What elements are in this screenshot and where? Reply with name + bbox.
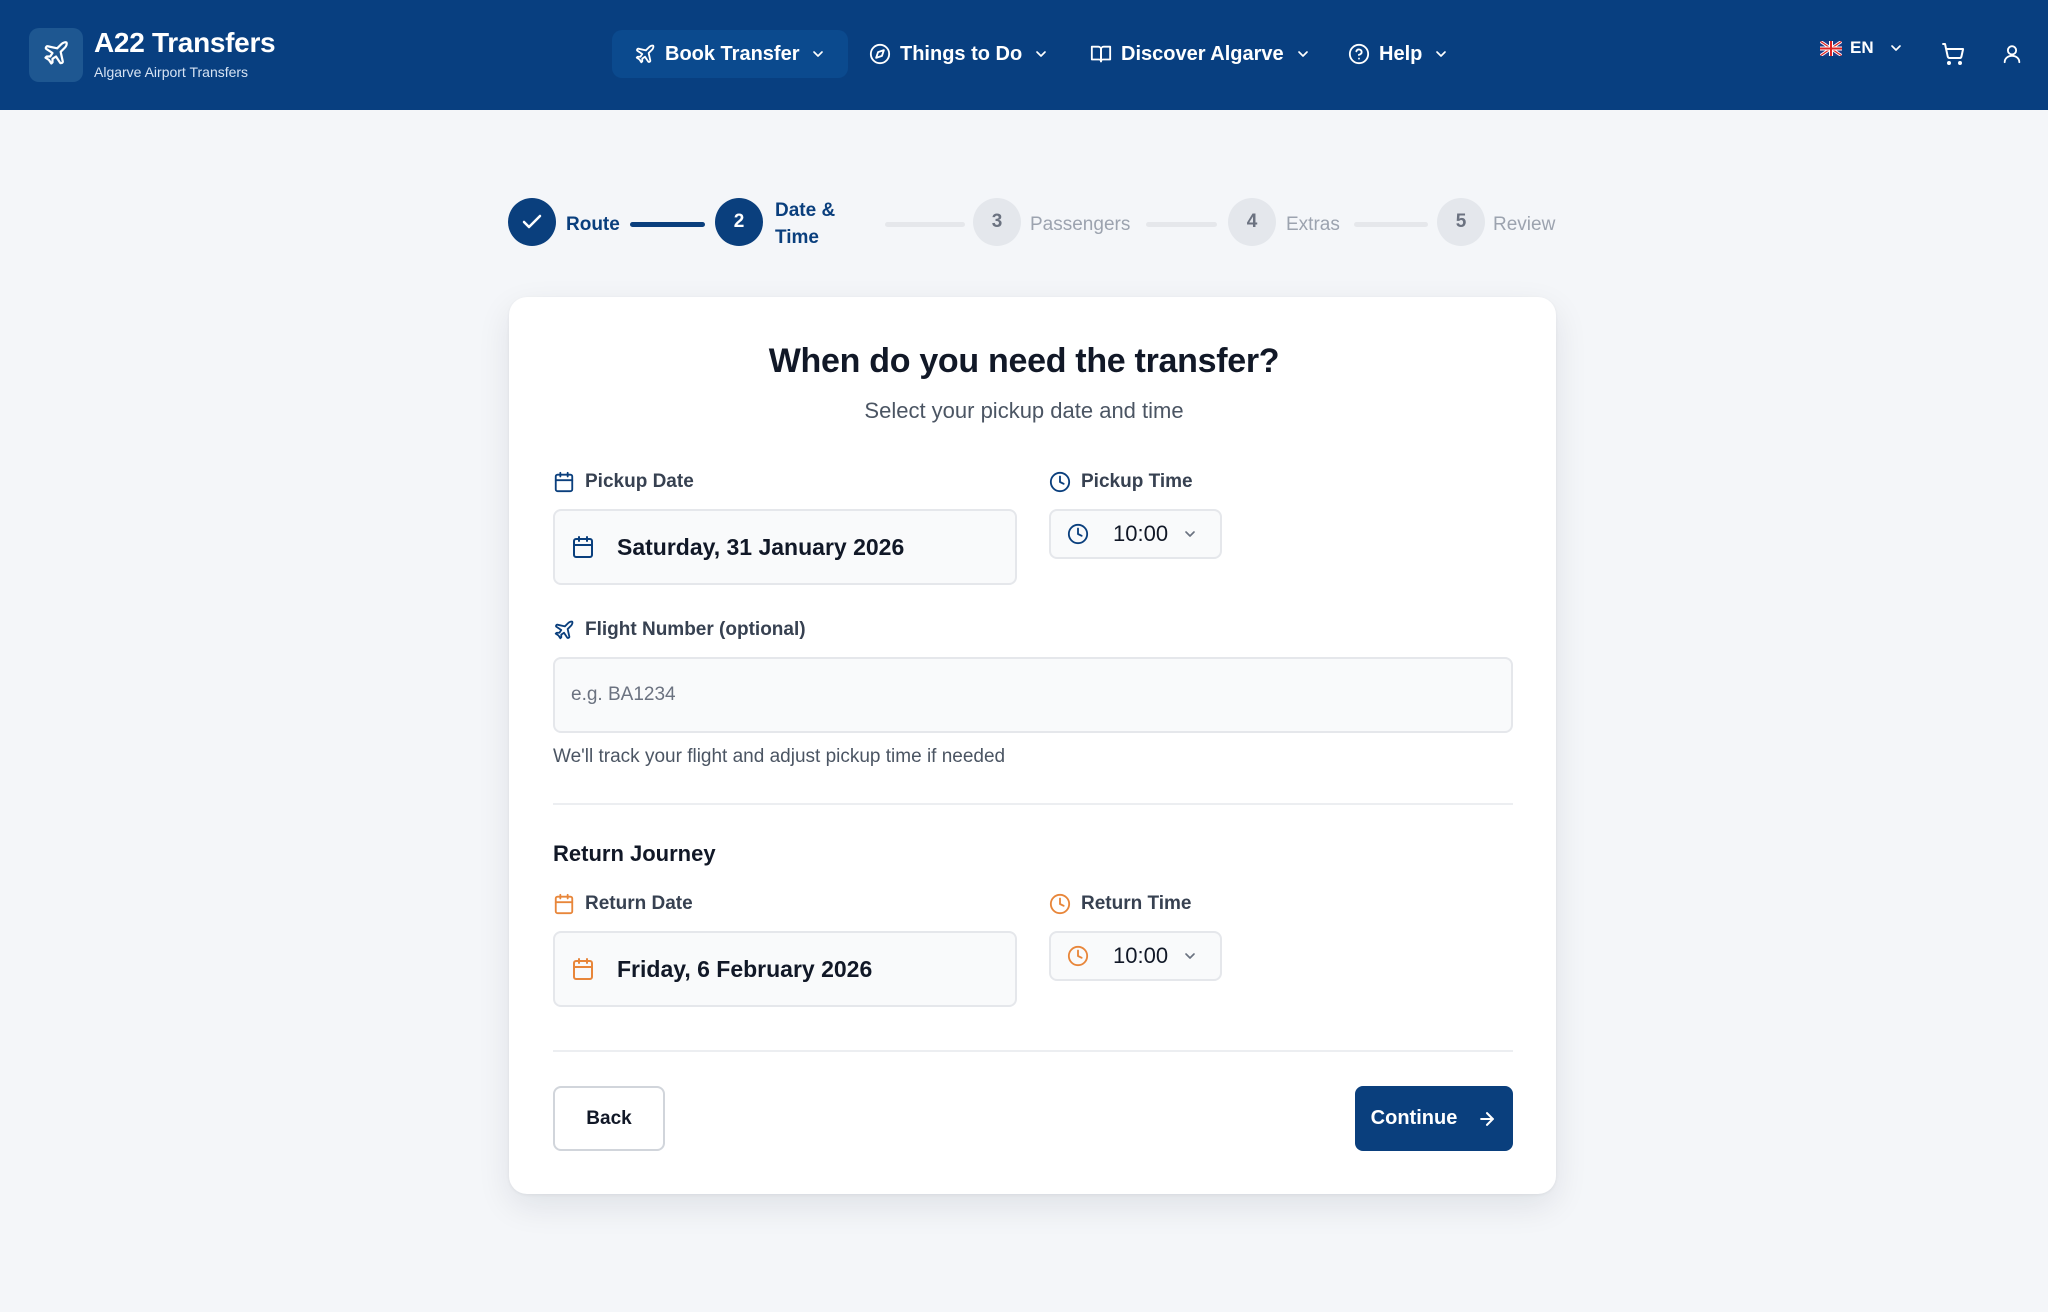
pickup-date-value: Saturday, 31 January 2026 bbox=[617, 533, 905, 560]
plane-icon bbox=[553, 619, 575, 641]
clock-icon bbox=[1049, 893, 1071, 915]
nav-things-to-do[interactable]: Things to Do bbox=[847, 30, 1071, 78]
chevron-down-icon bbox=[810, 46, 826, 62]
plane-logo-icon bbox=[42, 39, 70, 72]
pickup-date-label: Pickup Date bbox=[553, 471, 694, 493]
back-button-label: Back bbox=[586, 1107, 632, 1129]
return-journey-heading: Return Journey bbox=[553, 841, 716, 866]
clock-icon bbox=[1067, 945, 1089, 967]
chevron-down-icon bbox=[1182, 948, 1198, 964]
step-connector bbox=[1354, 222, 1428, 227]
step-2-circle: 2 bbox=[715, 198, 763, 246]
return-date-label: Return Date bbox=[553, 893, 693, 915]
arrow-right-icon bbox=[1477, 1109, 1497, 1129]
step-connector bbox=[885, 222, 965, 227]
help-circle-icon bbox=[1348, 43, 1370, 65]
language-selector[interactable]: EN bbox=[1820, 38, 1904, 58]
calendar-icon bbox=[553, 893, 575, 915]
step-5-circle: 5 bbox=[1437, 198, 1485, 246]
step-1-circle[interactable] bbox=[508, 198, 556, 246]
return-date-label-text: Return Date bbox=[585, 893, 693, 914]
pickup-time-select[interactable]: 10:00 bbox=[1049, 509, 1222, 559]
flight-number-hint: We'll track your flight and adjust picku… bbox=[553, 746, 1006, 767]
brand-name[interactable]: A22 Transfers bbox=[94, 27, 276, 59]
top-navigation-bar: A22 Transfers Algarve Airport Transfers … bbox=[0, 0, 2048, 110]
section-divider bbox=[553, 1050, 1513, 1052]
nav-book-transfer[interactable]: Book Transfer bbox=[612, 30, 849, 78]
chevron-down-icon bbox=[1295, 46, 1311, 62]
nav-discover-algarve[interactable]: Discover Algarve bbox=[1068, 30, 1333, 78]
cart-icon[interactable] bbox=[1939, 40, 1967, 68]
nav-label: Discover Algarve bbox=[1121, 42, 1284, 65]
return-date-value: Friday, 6 February 2026 bbox=[617, 955, 873, 982]
step-3-circle: 3 bbox=[973, 198, 1021, 246]
step-2-label-line1: Date & bbox=[775, 200, 836, 221]
book-icon bbox=[1090, 43, 1112, 65]
return-time-label-text: Return Time bbox=[1081, 893, 1192, 914]
brand-tagline: Algarve Airport Transfers bbox=[94, 64, 249, 80]
step-4-label: Extras bbox=[1286, 214, 1340, 235]
check-icon bbox=[520, 210, 544, 234]
step-3-label: Passengers bbox=[1030, 214, 1131, 235]
nav-help[interactable]: Help bbox=[1326, 30, 1471, 78]
return-time-label: Return Time bbox=[1049, 893, 1192, 915]
step-4-circle: 4 bbox=[1228, 198, 1276, 246]
flight-number-label: Flight Number (optional) bbox=[553, 619, 806, 641]
step-2-label-line2: Time bbox=[775, 227, 820, 248]
clock-icon bbox=[1067, 523, 1089, 545]
page-title: When do you need the transfer? bbox=[768, 342, 1280, 380]
compass-icon bbox=[869, 43, 891, 65]
pickup-time-label-text: Pickup Time bbox=[1081, 471, 1193, 492]
return-time-value: 10:00 bbox=[1113, 943, 1169, 968]
flight-number-input[interactable] bbox=[553, 657, 1513, 733]
pickup-date-picker[interactable]: Saturday, 31 January 2026 bbox=[553, 509, 1017, 585]
pickup-time-value: 10:00 bbox=[1113, 521, 1169, 546]
step-connector bbox=[630, 222, 705, 227]
chevron-down-icon bbox=[1433, 46, 1449, 62]
calendar-icon bbox=[571, 957, 595, 981]
chevron-down-icon bbox=[1182, 526, 1198, 542]
chevron-down-icon bbox=[1888, 40, 1904, 56]
nav-label: Things to Do bbox=[900, 42, 1023, 65]
language-code: EN bbox=[1850, 38, 1874, 57]
clock-icon bbox=[1049, 471, 1071, 493]
logo[interactable] bbox=[29, 28, 83, 82]
calendar-icon bbox=[553, 471, 575, 493]
step-connector bbox=[1146, 222, 1217, 227]
nav-label: Help bbox=[1379, 42, 1423, 65]
nav-label: Book Transfer bbox=[665, 42, 800, 65]
return-time-select[interactable]: 10:00 bbox=[1049, 931, 1222, 981]
plane-icon bbox=[634, 43, 656, 65]
back-button[interactable]: Back bbox=[553, 1086, 665, 1151]
pickup-date-label-text: Pickup Date bbox=[585, 471, 694, 492]
continue-button[interactable]: Continue bbox=[1355, 1086, 1513, 1151]
user-account-icon[interactable] bbox=[1998, 40, 2026, 68]
step-5-label: Review bbox=[1493, 214, 1556, 235]
chevron-down-icon bbox=[1033, 46, 1049, 62]
flight-number-label-text: Flight Number (optional) bbox=[585, 619, 806, 640]
step-1-label[interactable]: Route bbox=[566, 211, 620, 238]
section-divider bbox=[553, 803, 1513, 805]
uk-flag-icon bbox=[1820, 40, 1842, 56]
step-2-label: Date & Time bbox=[775, 197, 835, 251]
continue-button-label: Continue bbox=[1370, 1107, 1458, 1129]
calendar-icon bbox=[571, 535, 595, 559]
return-date-picker[interactable]: Friday, 6 February 2026 bbox=[553, 931, 1017, 1007]
page-subtitle: Select your pickup date and time bbox=[864, 398, 1184, 423]
pickup-time-label: Pickup Time bbox=[1049, 471, 1193, 493]
